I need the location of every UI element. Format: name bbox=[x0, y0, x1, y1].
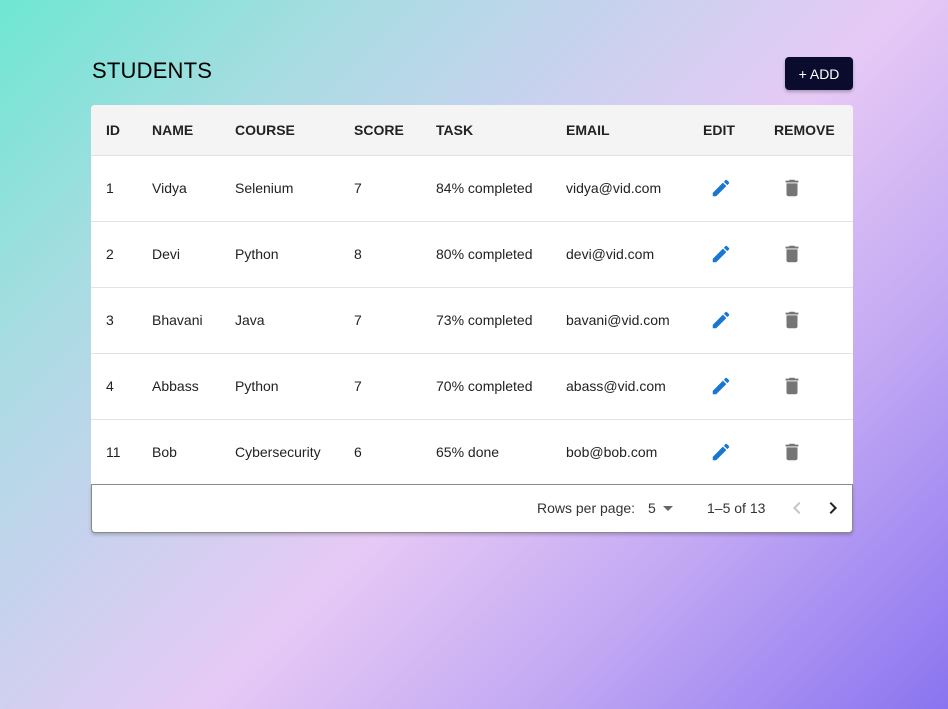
table-row: 4 Abbass Python 7 70% completed abass@vid.com bbox=[91, 354, 853, 420]
cell-id: 4 bbox=[106, 378, 114, 394]
next-page-button[interactable] bbox=[821, 496, 845, 520]
cell-score: 7 bbox=[354, 180, 362, 196]
header-edit: EDIT bbox=[703, 122, 735, 138]
header-course[interactable]: COURSE bbox=[235, 105, 295, 155]
students-table: ID NAME COURSE SCORE TASK EMAIL EDIT REM… bbox=[91, 105, 853, 484]
pencil-icon bbox=[710, 177, 732, 199]
caret-down-icon[interactable] bbox=[663, 506, 673, 511]
edit-button[interactable] bbox=[709, 242, 733, 266]
cell-id: 3 bbox=[106, 312, 114, 328]
header-id[interactable]: ID bbox=[106, 105, 120, 155]
remove-button[interactable] bbox=[780, 440, 804, 464]
cell-name: Devi bbox=[152, 246, 181, 262]
cell-name: Abbass bbox=[152, 378, 199, 394]
cell-id: 11 bbox=[106, 444, 121, 460]
header-task[interactable]: TASK bbox=[436, 105, 473, 155]
cell-score: 8 bbox=[354, 246, 362, 262]
pencil-icon bbox=[710, 309, 732, 331]
pencil-icon bbox=[710, 243, 732, 265]
header-email[interactable]: EMAIL bbox=[566, 105, 610, 155]
cell-task: 80% completed bbox=[436, 246, 533, 262]
trash-icon bbox=[781, 309, 803, 331]
cell-course: Python bbox=[235, 378, 279, 394]
table-row: 1 Vidya Selenium 7 84% completed vidya@vid.co… bbox=[91, 156, 853, 222]
cell-task: 84% completed bbox=[436, 180, 533, 196]
trash-icon bbox=[781, 243, 803, 265]
table-header: ID NAME COURSE SCORE TASK EMAIL EDIT REM… bbox=[91, 105, 853, 156]
cell-id: 2 bbox=[106, 246, 114, 262]
cell-score: 7 bbox=[354, 312, 362, 328]
remove-button[interactable] bbox=[780, 242, 804, 266]
rows-per-page-label: Rows per page: bbox=[537, 500, 636, 516]
table-body: 1 Vidya Selenium 7 84% completed vidya@vid.co… bbox=[91, 156, 853, 484]
rows-per-page-select[interactable]: 5 bbox=[648, 500, 656, 516]
table-row: 11 Bob Cybersecurity 6 65% done bob@bob.com bbox=[91, 420, 853, 484]
pagination-range: 1–5 of 13 bbox=[707, 500, 766, 516]
cell-task: 73% completed bbox=[436, 312, 533, 328]
page-title: STUDENTS bbox=[92, 58, 213, 83]
chevron-right-icon bbox=[829, 502, 837, 514]
table-row: 3 Bhavani Java 7 73% completed bavani@vid.com bbox=[91, 288, 853, 354]
cell-task: 70% completed bbox=[436, 378, 533, 394]
cell-task: 65% done bbox=[436, 444, 500, 460]
edit-button[interactable] bbox=[709, 374, 733, 398]
cell-email: vidya@vid.com bbox=[566, 180, 662, 196]
cell-email: bob@bob.com bbox=[566, 444, 658, 460]
trash-icon bbox=[781, 177, 803, 199]
header-name[interactable]: NAME bbox=[152, 105, 193, 155]
header-score[interactable]: SCORE bbox=[354, 105, 404, 155]
remove-button[interactable] bbox=[780, 308, 804, 332]
cell-course: Python bbox=[235, 246, 279, 262]
cell-email: devi@vid.com bbox=[566, 246, 655, 262]
remove-button[interactable] bbox=[780, 176, 804, 200]
edit-button[interactable] bbox=[709, 176, 733, 200]
cell-id: 1 bbox=[106, 180, 114, 196]
previous-page-button[interactable] bbox=[785, 496, 809, 520]
cell-score: 7 bbox=[354, 378, 362, 394]
cell-course: Java bbox=[235, 312, 265, 328]
cell-name: Bob bbox=[152, 444, 177, 460]
cell-score: 6 bbox=[354, 444, 362, 460]
edit-button[interactable] bbox=[709, 440, 733, 464]
header-remove: REMOVE bbox=[774, 122, 835, 138]
trash-icon bbox=[781, 441, 803, 463]
add-student-button[interactable]: + ADD bbox=[785, 57, 853, 90]
chevron-left-icon bbox=[793, 502, 801, 514]
cell-email: abass@vid.com bbox=[566, 378, 666, 394]
pencil-icon bbox=[710, 375, 732, 397]
table-row: 2 Devi Python 8 80% completed devi@vid.com bbox=[91, 222, 853, 288]
pencil-icon bbox=[710, 441, 732, 463]
cell-email: bavani@vid.com bbox=[566, 312, 670, 328]
trash-icon bbox=[781, 375, 803, 397]
remove-button[interactable] bbox=[780, 374, 804, 398]
cell-course: Selenium bbox=[235, 180, 294, 196]
cell-course: Cybersecurity bbox=[235, 444, 321, 460]
pagination-bar: Rows per page: 5 1–5 of 13 bbox=[91, 484, 853, 533]
edit-button[interactable] bbox=[709, 308, 733, 332]
cell-name: Bhavani bbox=[152, 312, 203, 328]
cell-name: Vidya bbox=[152, 180, 187, 196]
